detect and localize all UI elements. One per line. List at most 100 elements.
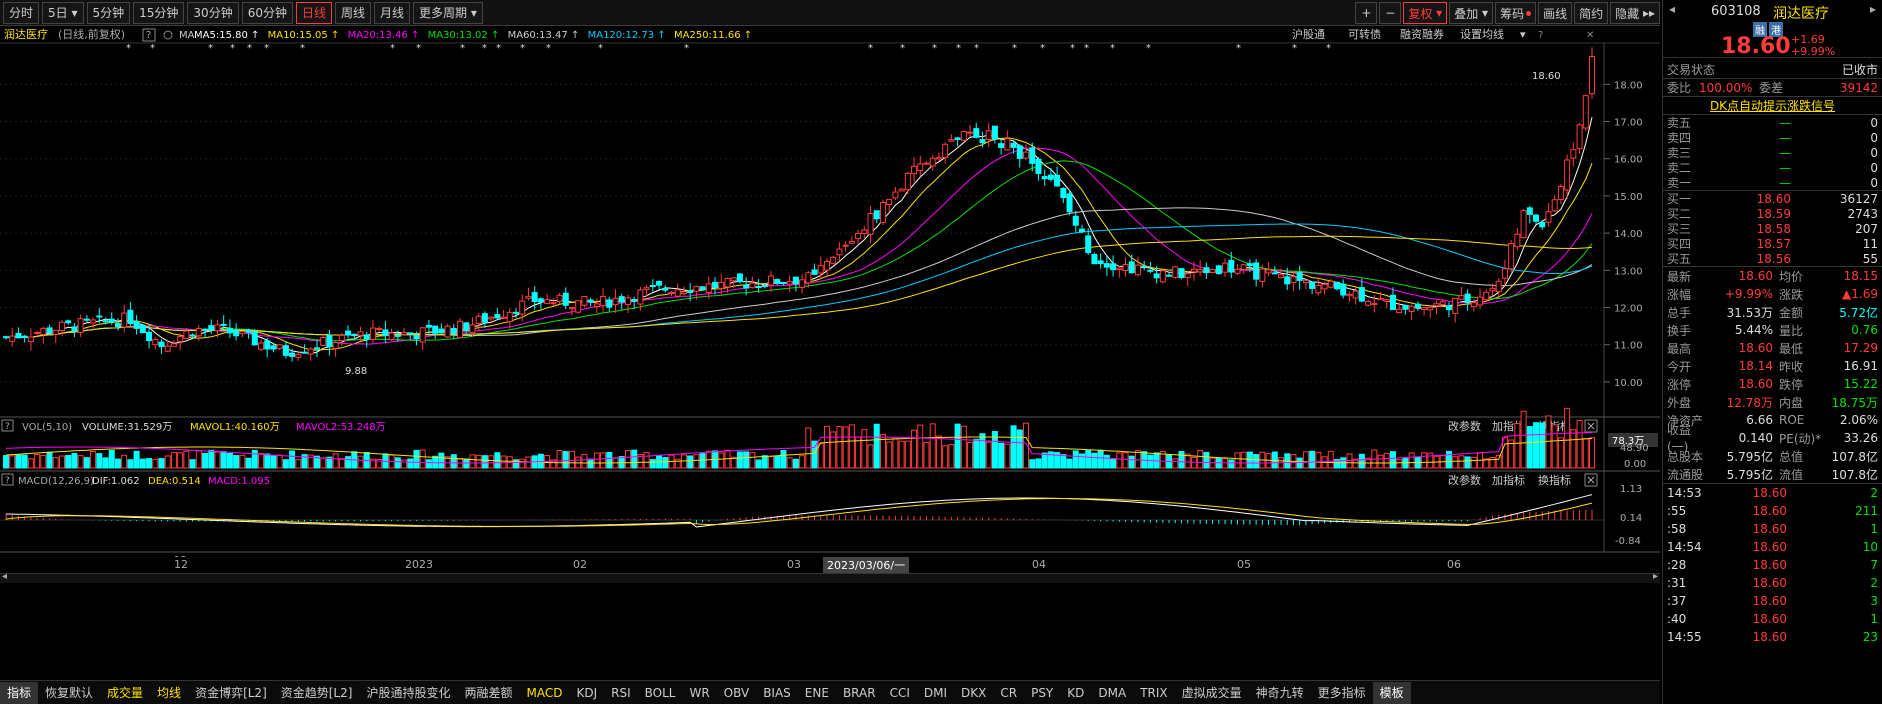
event-star-icon[interactable]: *	[598, 43, 603, 54]
indicator-tab[interactable]: OBV	[717, 682, 757, 704]
help-icon[interactable]: ?	[1538, 30, 1543, 41]
order-book-row[interactable]: 买三 18.58 207	[1663, 221, 1882, 237]
yincang-button[interactable]: 隐藏 ▸▸	[1610, 2, 1660, 24]
order-book-row[interactable]: 卖四 —0	[1663, 130, 1882, 146]
event-star-icon[interactable]: *	[1040, 43, 1045, 54]
period-tab-monthly[interactable]: 月线	[374, 1, 411, 24]
zoom-in-button[interactable]: +	[1355, 2, 1378, 24]
indicator-tab[interactable]: MACD	[519, 682, 569, 704]
order-book-row[interactable]: 卖三 —0	[1663, 145, 1882, 161]
order-book-row[interactable]: 买四 18.57 11	[1663, 236, 1882, 252]
indicator-tab[interactable]: KD	[1060, 682, 1091, 704]
event-star-icon[interactable]: *	[482, 43, 487, 54]
order-book-row[interactable]: 卖五 —0	[1663, 115, 1882, 131]
indicator-tab[interactable]: 沪股通持股变化	[359, 682, 457, 704]
prev-stock-icon[interactable]: ◂	[1669, 2, 1675, 16]
scroll-right-icon[interactable]: ▸	[1653, 571, 1658, 582]
indicator-tab[interactable]: RSI	[604, 682, 638, 704]
event-star-icon[interactable]: *	[460, 43, 465, 54]
indicator-tab[interactable]: CR	[993, 682, 1024, 704]
period-tab-5min[interactable]: 5分钟	[86, 1, 131, 24]
chouma-button[interactable]: 筹码	[1495, 2, 1537, 24]
indicator-tab[interactable]: 指标	[0, 681, 39, 704]
period-tab-daily[interactable]: 日线	[295, 1, 332, 24]
event-star-icon[interactable]: *	[208, 43, 213, 54]
macd-change-params-link[interactable]: 改参数	[1448, 473, 1481, 487]
event-star-icon[interactable]: *	[1146, 43, 1151, 54]
indicator-tab[interactable]: BIAS	[756, 682, 798, 704]
order-book-row[interactable]: 卖二 —0	[1663, 160, 1882, 176]
event-star-icon[interactable]: *	[1110, 43, 1115, 54]
indicator-tab[interactable]: 恢复默认	[38, 682, 100, 704]
event-star-icon[interactable]: *	[496, 43, 501, 54]
zoom-out-button[interactable]: −	[1379, 2, 1402, 24]
event-star-icon[interactable]: *	[126, 43, 131, 54]
event-star-icon[interactable]: *	[230, 43, 235, 54]
indicator-tab[interactable]: DMA	[1091, 682, 1133, 704]
period-tab-15min[interactable]: 15分钟	[133, 1, 185, 24]
event-star-icon[interactable]: *	[1326, 43, 1331, 54]
indicator-tab[interactable]: KDJ	[569, 682, 604, 704]
event-star-icon[interactable]: *	[416, 43, 421, 54]
indicator-tab[interactable]: 资金博弈[L2]	[188, 682, 274, 704]
kline-chart-area[interactable]: 润达医疗 (日线,前复权) ? MA MA5:15.80 ↑ MA10:15.05…	[0, 27, 1660, 557]
chart-header-link[interactable]: 融资融券	[1400, 27, 1444, 41]
event-star-icon[interactable]: *	[300, 43, 305, 54]
event-star-icon[interactable]: *	[684, 43, 689, 54]
indicator-tab[interactable]: CCI	[883, 682, 917, 704]
vol-change-params-link[interactable]: 改参数	[1448, 419, 1481, 433]
horizontal-scrollbar[interactable]: ◂ ▸	[0, 571, 1660, 583]
event-star-icon[interactable]: *	[868, 43, 873, 54]
indicator-tab[interactable]: BRAR	[836, 682, 883, 704]
event-star-icon[interactable]: *	[932, 43, 937, 54]
event-star-icon[interactable]: *	[1236, 43, 1241, 54]
event-star-icon[interactable]: *	[900, 43, 905, 54]
indicator-tab[interactable]: 两融差额	[457, 682, 519, 704]
indicator-tab[interactable]: 成交量	[100, 682, 150, 704]
period-tab-60min[interactable]: 60分钟	[241, 1, 293, 24]
dk-signal-row[interactable]: DK点自动提示涨跌信号	[1663, 96, 1882, 114]
event-star-icon[interactable]: *	[1292, 43, 1297, 54]
order-book-row[interactable]: 买二 18.59 2743	[1663, 206, 1882, 222]
chart-header-link[interactable]: 可转债	[1348, 27, 1381, 41]
macd-switch-indicator-link[interactable]: 换指标	[1538, 473, 1571, 487]
period-tab-fenshi[interactable]: 分时	[3, 1, 40, 24]
event-star-icon[interactable]: *	[1012, 43, 1017, 54]
gear-icon[interactable]	[163, 30, 173, 40]
event-star-icon[interactable]: *	[956, 43, 961, 54]
order-book-row[interactable]: 买一 18.60 36127	[1663, 191, 1882, 207]
event-star-icon[interactable]: *	[974, 43, 979, 54]
indicator-tab[interactable]: 均线	[150, 682, 188, 704]
fuquan-button[interactable]: 复权 ▾	[1403, 2, 1448, 24]
indicator-tab[interactable]: 神奇九转	[1249, 682, 1311, 704]
macd-add-indicator-link[interactable]: 加指标	[1492, 473, 1525, 487]
period-tab-more[interactable]: 更多周期 ▾	[413, 1, 483, 24]
indicator-tab[interactable]: PSY	[1024, 682, 1060, 704]
event-star-icon[interactable]: *	[546, 43, 551, 54]
close-icon[interactable]: ✕	[1586, 30, 1594, 41]
period-tab-30min[interactable]: 30分钟	[187, 1, 239, 24]
diejia-button[interactable]: 叠加 ▾	[1449, 2, 1494, 24]
dk-signal-link[interactable]: DK点自动提示涨跌信号	[1710, 97, 1835, 114]
indicator-tab[interactable]: DMI	[917, 682, 954, 704]
event-star-icon[interactable]: *	[247, 43, 252, 54]
indicator-tab[interactable]: 资金趋势[L2]	[274, 682, 360, 704]
huaxian-button[interactable]: 画线	[1538, 2, 1573, 24]
period-tab-5day[interactable]: 5日 ▾	[42, 1, 84, 24]
indicator-tab[interactable]: DKX	[954, 682, 993, 704]
indicator-tab[interactable]: 更多指标	[1311, 682, 1373, 704]
scroll-left-icon[interactable]: ◂	[2, 571, 7, 582]
event-star-icon[interactable]: *	[264, 43, 269, 54]
jianyue-button[interactable]: 简约	[1574, 2, 1609, 24]
event-star-icon[interactable]: *	[1070, 43, 1075, 54]
indicator-tab[interactable]: WR	[682, 682, 716, 704]
chevron-down-icon[interactable]: ▾	[1520, 28, 1526, 41]
order-book-row[interactable]: 卖一 — 0	[1663, 175, 1882, 191]
event-star-icon[interactable]: *	[520, 43, 525, 54]
indicator-tab[interactable]: TRIX	[1133, 682, 1174, 704]
period-tab-weekly[interactable]: 周线	[335, 1, 372, 24]
event-star-icon[interactable]: *	[1084, 43, 1089, 54]
event-star-icon[interactable]: *	[150, 43, 155, 54]
indicator-tab[interactable]: 虚拟成交量	[1175, 682, 1249, 704]
chart-header-link[interactable]: 设置均线	[1460, 27, 1504, 41]
